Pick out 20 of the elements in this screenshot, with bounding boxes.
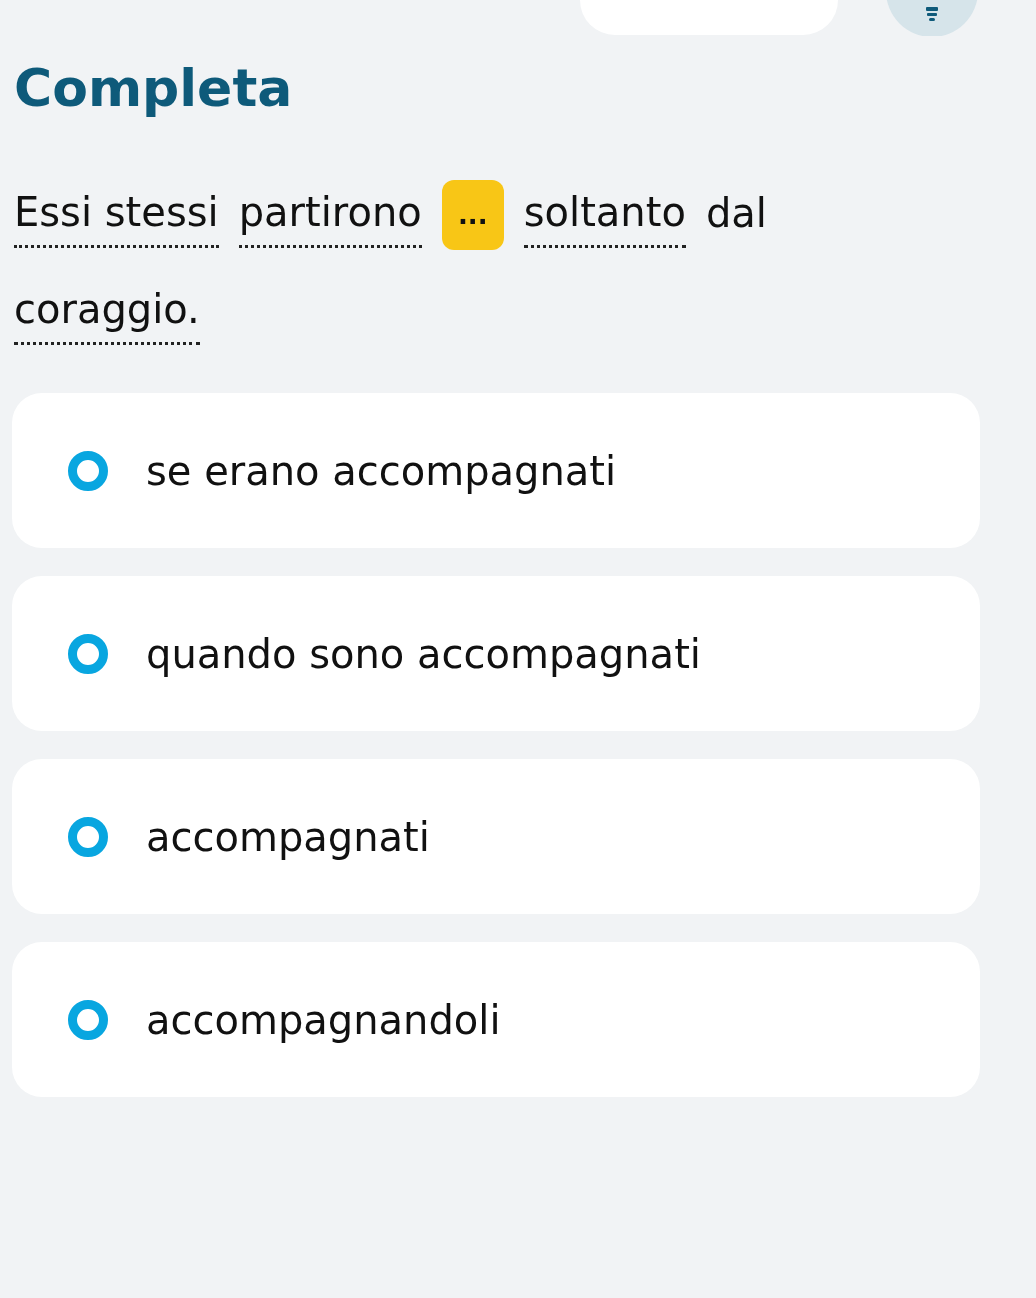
option-label: accompagnandoli <box>146 996 501 1043</box>
bulb-icon <box>925 7 939 23</box>
radio-button[interactable] <box>68 450 108 491</box>
radio-button[interactable] <box>68 816 108 857</box>
hint-word[interactable]: Essi stessi <box>14 182 219 248</box>
answer-option[interactable]: quando sono accompagnati <box>12 576 980 731</box>
exercise-title: Completa <box>14 57 294 120</box>
sentence-word: dal <box>705 189 767 238</box>
answer-option[interactable]: accompagnandoli <box>12 942 980 1097</box>
answer-option[interactable]: se erano accompagnati <box>12 393 980 548</box>
answer-option[interactable]: accompagnati <box>12 759 980 914</box>
hint-word[interactable]: soltanto <box>523 182 686 248</box>
radio-button[interactable] <box>68 633 108 674</box>
option-label: accompagnati <box>146 813 430 860</box>
answer-blank: ... <box>441 180 504 250</box>
hint-word[interactable]: coraggio. <box>14 280 200 345</box>
radio-button[interactable] <box>68 999 108 1040</box>
option-label: se erano accompagnati <box>146 447 617 494</box>
hint-word[interactable]: partirono <box>238 182 422 248</box>
option-label: quando sono accompagnati <box>146 630 701 677</box>
